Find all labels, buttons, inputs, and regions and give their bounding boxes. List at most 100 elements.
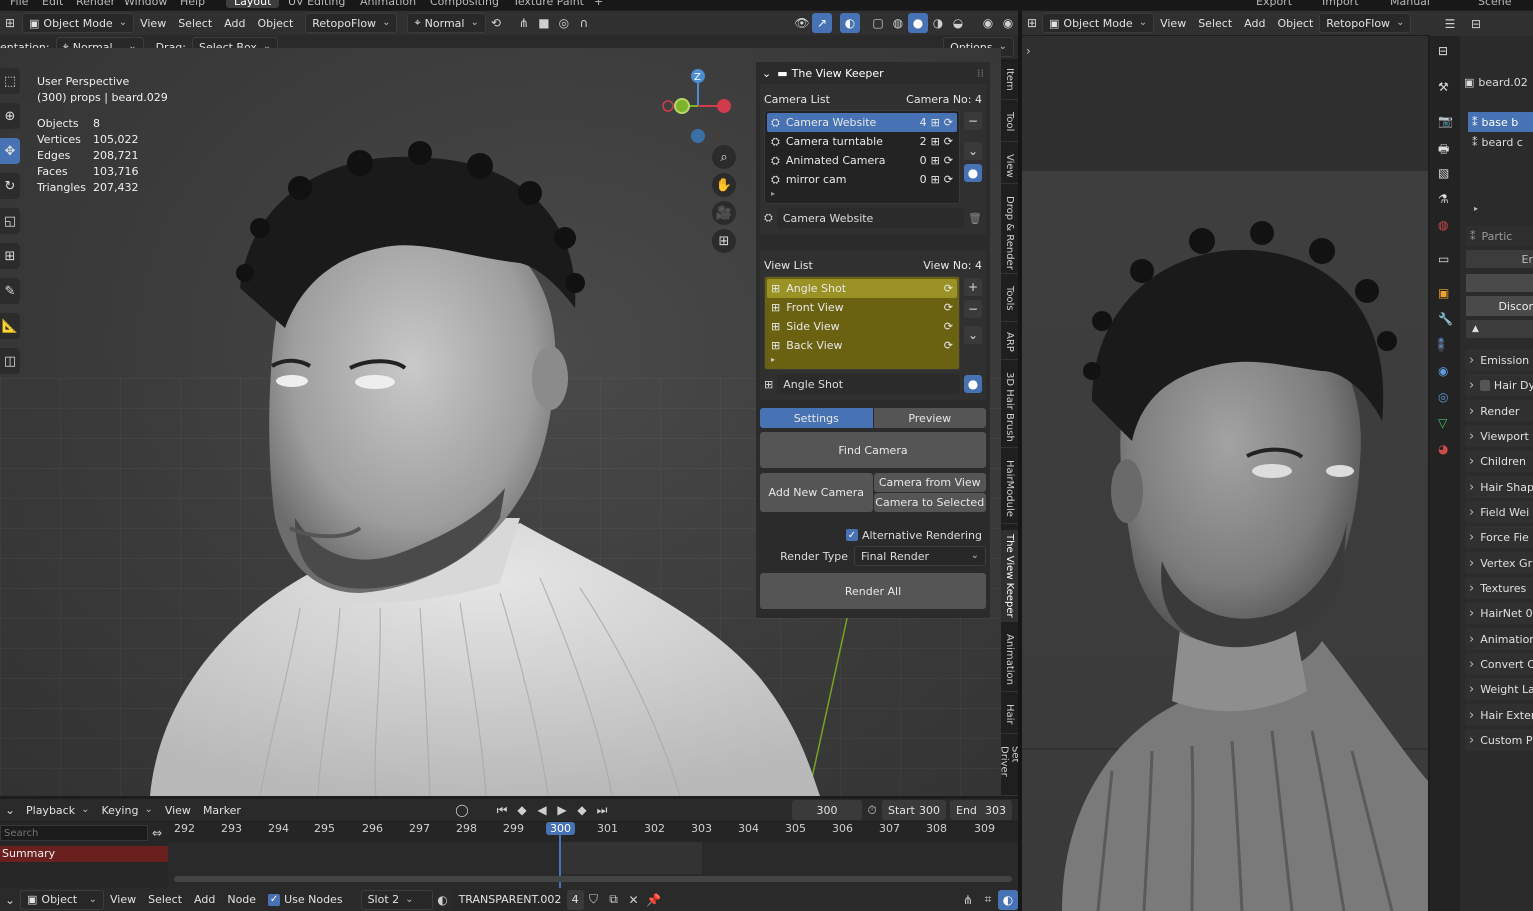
panel-field-weights[interactable]: Field Wei (1465, 501, 1533, 523)
list-item[interactable]: ⛭ Camera turntable 2 ⊞ ⟳ (767, 132, 957, 151)
playback-menu[interactable]: Playback (20, 800, 95, 820)
perspective-grid-icon[interactable]: ⊞ (712, 229, 736, 253)
jump-end-icon[interactable]: ⏭ (592, 800, 612, 820)
list-expand-icon[interactable]: ▸ (767, 189, 957, 201)
horizontal-scrollbar[interactable] (174, 876, 1012, 882)
add-cube-tool-icon[interactable]: ◫ (0, 348, 20, 374)
tab-view[interactable]: View (1001, 150, 1018, 184)
unlink-x-icon[interactable]: ✕ (624, 890, 644, 910)
particle-settings-field[interactable]: ⁑ Partic (1466, 226, 1533, 246)
play-reverse-icon[interactable]: ◀ (532, 800, 552, 820)
camera-from-view-button[interactable]: Camera from View (873, 473, 986, 492)
particle-system-item-selected[interactable]: ⁑ base b (1468, 112, 1533, 132)
menu-add[interactable]: Add (1238, 13, 1271, 33)
material-tab-icon[interactable]: ◕ (1438, 442, 1448, 456)
menu-select[interactable]: Select (172, 13, 218, 33)
remove-view-button[interactable]: − (964, 300, 982, 318)
duplicate-icon[interactable]: ⧉ (604, 890, 624, 910)
list-expand-icon[interactable]: ▸ (767, 355, 957, 367)
snap-mode-icon[interactable]: ⌗ (978, 890, 998, 910)
right-viewport[interactable]: › (1022, 36, 1428, 911)
menu-view[interactable]: View (1154, 13, 1192, 33)
display-mode-icon[interactable]: ⊟ (1466, 14, 1486, 34)
tab-animation[interactable]: Animation (1001, 630, 1018, 692)
view-grid-icon[interactable]: ⊞ (931, 173, 940, 186)
add-workspace-icon[interactable]: + (594, 0, 603, 8)
panel-force-field[interactable]: Force Fie (1465, 526, 1533, 548)
annotate-tool-icon[interactable]: ✎ (0, 278, 20, 304)
gizmo-toggle-icon[interactable]: ↗ (812, 13, 832, 33)
play-icon[interactable]: ▶ (552, 800, 572, 820)
view-grid-icon[interactable]: ⊞ (931, 154, 940, 167)
slot-dropdown[interactable]: Slot 2 (360, 889, 433, 910)
tab-tools[interactable]: Tools (1001, 282, 1018, 322)
tab-arp[interactable]: ARP (1001, 328, 1018, 360)
sync-icon[interactable]: ⟳ (944, 154, 953, 167)
menu-select[interactable]: Select (142, 890, 188, 910)
tab-3d-hair-brush[interactable]: 3D Hair Brush (1001, 368, 1018, 448)
keying-menu[interactable]: Keying (95, 800, 158, 820)
collection-tab-icon[interactable]: ▭ (1438, 252, 1449, 266)
panel-header[interactable]: ⌄ ▬ The View Keeper ⁞⁞ (756, 62, 990, 84)
mode-dropdown[interactable]: ▣ Object Mode (22, 13, 135, 33)
modifier-wrench-icon[interactable]: 🔧 (1438, 312, 1453, 326)
render-tab-icon[interactable]: 📷 (1438, 114, 1453, 128)
zoom-icon[interactable]: ⌕ (712, 145, 736, 169)
radio-active-icon[interactable]: ● (964, 375, 982, 393)
sync-icon[interactable]: ⟳ (944, 135, 953, 148)
select-tool-icon[interactable]: ⬚ (0, 68, 20, 94)
overlay-toggle-icon[interactable]: ◐ (840, 13, 860, 33)
disconnect-button[interactable]: Discor (1466, 296, 1533, 316)
retopoflow-menu[interactable]: RetopoFlow (305, 13, 398, 33)
visibility-icon[interactable]: 👁 (792, 13, 812, 33)
collapse-chevron-icon[interactable]: ⌄ (762, 67, 771, 80)
retopoflow-menu[interactable]: RetopoFlow (1319, 13, 1412, 33)
particle-system-item[interactable]: ⁑ beard c (1468, 132, 1533, 152)
snap-icon[interactable]: ⋔ (958, 890, 978, 910)
view-menu[interactable]: View (159, 800, 197, 820)
add-new-camera-button[interactable]: Add New Camera (760, 473, 873, 512)
list-item[interactable]: ⛭ mirror cam 0 ⊞ ⟳ (767, 170, 957, 189)
workspace-tab-manual[interactable]: Manual (1390, 0, 1430, 8)
use-nodes-checkbox[interactable]: ✓ (268, 893, 281, 906)
collapse-up-icon[interactable]: ▲ (1466, 320, 1533, 338)
jump-start-icon[interactable]: ⏮ (492, 800, 512, 820)
tab-the-view-keeper[interactable]: The View Keeper (1001, 530, 1018, 622)
transform-orientation-dropdown[interactable]: ⌖ Normal (407, 13, 486, 33)
camera-to-selected-button[interactable]: Camera to Selected (873, 493, 986, 512)
current-frame-field[interactable]: 300 (792, 800, 862, 820)
physics-tab-icon[interactable]: ◉ (1438, 364, 1448, 378)
scale-tool-icon[interactable]: ◱ (0, 208, 20, 234)
panel-render[interactable]: Render (1465, 400, 1533, 422)
tool-tab-icon[interactable]: ⚒ (1438, 80, 1449, 94)
menu-view[interactable]: View (134, 13, 172, 33)
menu-add[interactable]: Add (188, 890, 221, 910)
move-tool-icon[interactable]: ✥ (0, 138, 20, 164)
workspace-tab-export[interactable]: Export (1256, 0, 1292, 8)
prev-keyframe-icon[interactable]: ◆ (512, 800, 532, 820)
snap-target-icon[interactable]: ■ (534, 13, 554, 33)
material-name-field[interactable]: TRANSPARENT.002 (452, 889, 567, 910)
list-item[interactable]: ⊞ Angle Shot ⟳ (767, 279, 957, 298)
particles-tab-icon[interactable]: ⁑ (1438, 338, 1444, 352)
world-tab-icon[interactable]: ◍ (1438, 218, 1448, 232)
rotate-tool-icon[interactable]: ↻ (0, 173, 20, 199)
tab-preview[interactable]: Preview (873, 408, 986, 428)
stopwatch-icon[interactable]: ⏱ (862, 800, 882, 820)
menu-object[interactable]: Object (251, 13, 299, 33)
pivot-icon[interactable]: ⟲ (486, 13, 506, 33)
fake-user-shield-icon[interactable]: ⛉ (584, 890, 604, 910)
camera-view-icon[interactable]: 🎥 (712, 201, 736, 225)
menu-object[interactable]: Object (1271, 13, 1319, 33)
navigation-gizmo[interactable]: Z (660, 66, 740, 146)
filter-swap-icon[interactable]: ⇔ (148, 825, 166, 841)
summary-channel[interactable]: Summary (0, 846, 168, 862)
render-region-icon[interactable]: ◉ (978, 13, 998, 33)
tab-tool[interactable]: Tool (1001, 108, 1018, 142)
list-item[interactable]: ⛭ Animated Camera 0 ⊞ ⟳ (767, 151, 957, 170)
sync-icon[interactable]: ⟳ (944, 320, 953, 333)
menu-file[interactable]: File (10, 0, 28, 8)
panel-hair-shape[interactable]: Hair Shap (1465, 476, 1533, 498)
shading-rendered-icon[interactable]: ◒ (948, 13, 968, 33)
sync-icon[interactable]: ⟳ (944, 301, 953, 314)
